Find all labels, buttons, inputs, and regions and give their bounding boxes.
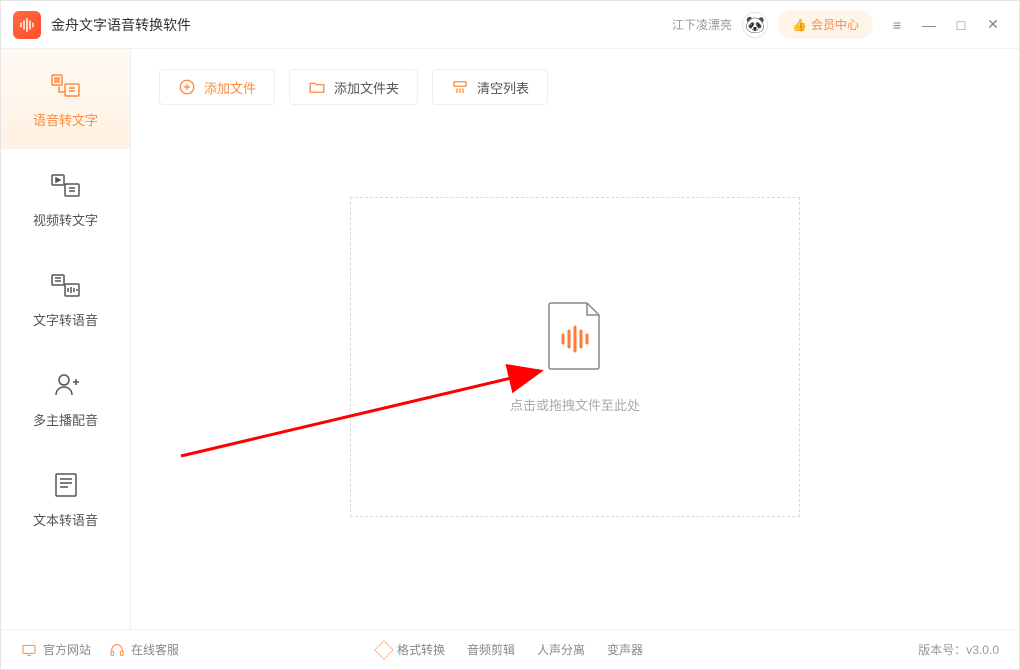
- footer-tool-voice-changer[interactable]: 变声器: [607, 641, 643, 658]
- shredder-icon: [451, 78, 469, 96]
- close-button[interactable]: ✕: [979, 11, 1007, 39]
- footer: 官方网站 在线客服 格式转换 音频剪辑 人声分离 变声器 版本号：v3.0.0: [1, 629, 1019, 669]
- thumbs-up-icon: 👍: [792, 18, 807, 32]
- sidebar-item-label: 语音转文字: [33, 110, 98, 129]
- maximize-button[interactable]: □: [947, 11, 975, 39]
- monitor-icon: [21, 642, 37, 658]
- sidebar-item-audio-to-text[interactable]: 语音转文字: [1, 49, 130, 149]
- video-to-text-icon: [51, 170, 81, 200]
- clear-list-button[interactable]: 清空列表: [432, 69, 548, 105]
- minimize-button[interactable]: —: [915, 11, 943, 39]
- main-area: 添加文件 添加文件夹 清空列表: [131, 49, 1019, 629]
- sidebar-item-text-doc-to-audio[interactable]: 文本转语音: [1, 449, 130, 549]
- sidebar-item-text-to-audio[interactable]: 文字转语音: [1, 249, 130, 349]
- version-label: 版本号：v3.0.0: [918, 641, 999, 658]
- footer-tool-audio-edit[interactable]: 音频剪辑: [467, 641, 515, 658]
- add-folder-button[interactable]: 添加文件夹: [289, 69, 418, 105]
- sidebar-item-multi-anchor[interactable]: 多主播配音: [1, 349, 130, 449]
- footer-tool-vocal-split[interactable]: 人声分离: [537, 641, 585, 658]
- app-logo: [13, 11, 41, 39]
- audio-file-icon: [547, 301, 603, 371]
- menu-button[interactable]: ≡: [883, 11, 911, 39]
- plus-circle-icon: [178, 78, 196, 96]
- audio-to-text-icon: [51, 70, 81, 100]
- app-title: 金舟文字语音转换软件: [51, 15, 191, 35]
- footer-tool-format[interactable]: 格式转换: [377, 641, 445, 658]
- avatar[interactable]: 🐼: [742, 12, 768, 38]
- sidebar-item-label: 文本转语音: [33, 510, 98, 529]
- user-name: 江下凌漂亮: [672, 16, 732, 33]
- dropzone[interactable]: 点击或拖拽文件至此处: [350, 197, 800, 517]
- add-file-button[interactable]: 添加文件: [159, 69, 275, 105]
- text-to-audio-icon: [51, 270, 81, 300]
- vip-button[interactable]: 👍 会员中心: [778, 10, 873, 39]
- online-service-link[interactable]: 在线客服: [109, 641, 179, 658]
- headset-icon: [109, 642, 125, 658]
- dropzone-hint: 点击或拖拽文件至此处: [510, 395, 640, 414]
- sidebar-item-label: 文字转语音: [33, 310, 98, 329]
- multi-anchor-icon: [51, 370, 81, 400]
- sidebar-item-label: 视频转文字: [33, 210, 98, 229]
- folder-icon: [308, 78, 326, 96]
- text-doc-icon: [51, 470, 81, 500]
- sidebar: 语音转文字 视频转文字 文字转语音 多主播配音 文本转语音: [1, 49, 131, 629]
- titlebar: 金舟文字语音转换软件 江下凌漂亮 🐼 👍 会员中心 ≡ — □ ✕: [1, 1, 1019, 49]
- official-site-link[interactable]: 官方网站: [21, 641, 91, 658]
- sidebar-item-video-to-text[interactable]: 视频转文字: [1, 149, 130, 249]
- diamond-icon: [374, 640, 394, 660]
- sidebar-item-label: 多主播配音: [33, 410, 98, 429]
